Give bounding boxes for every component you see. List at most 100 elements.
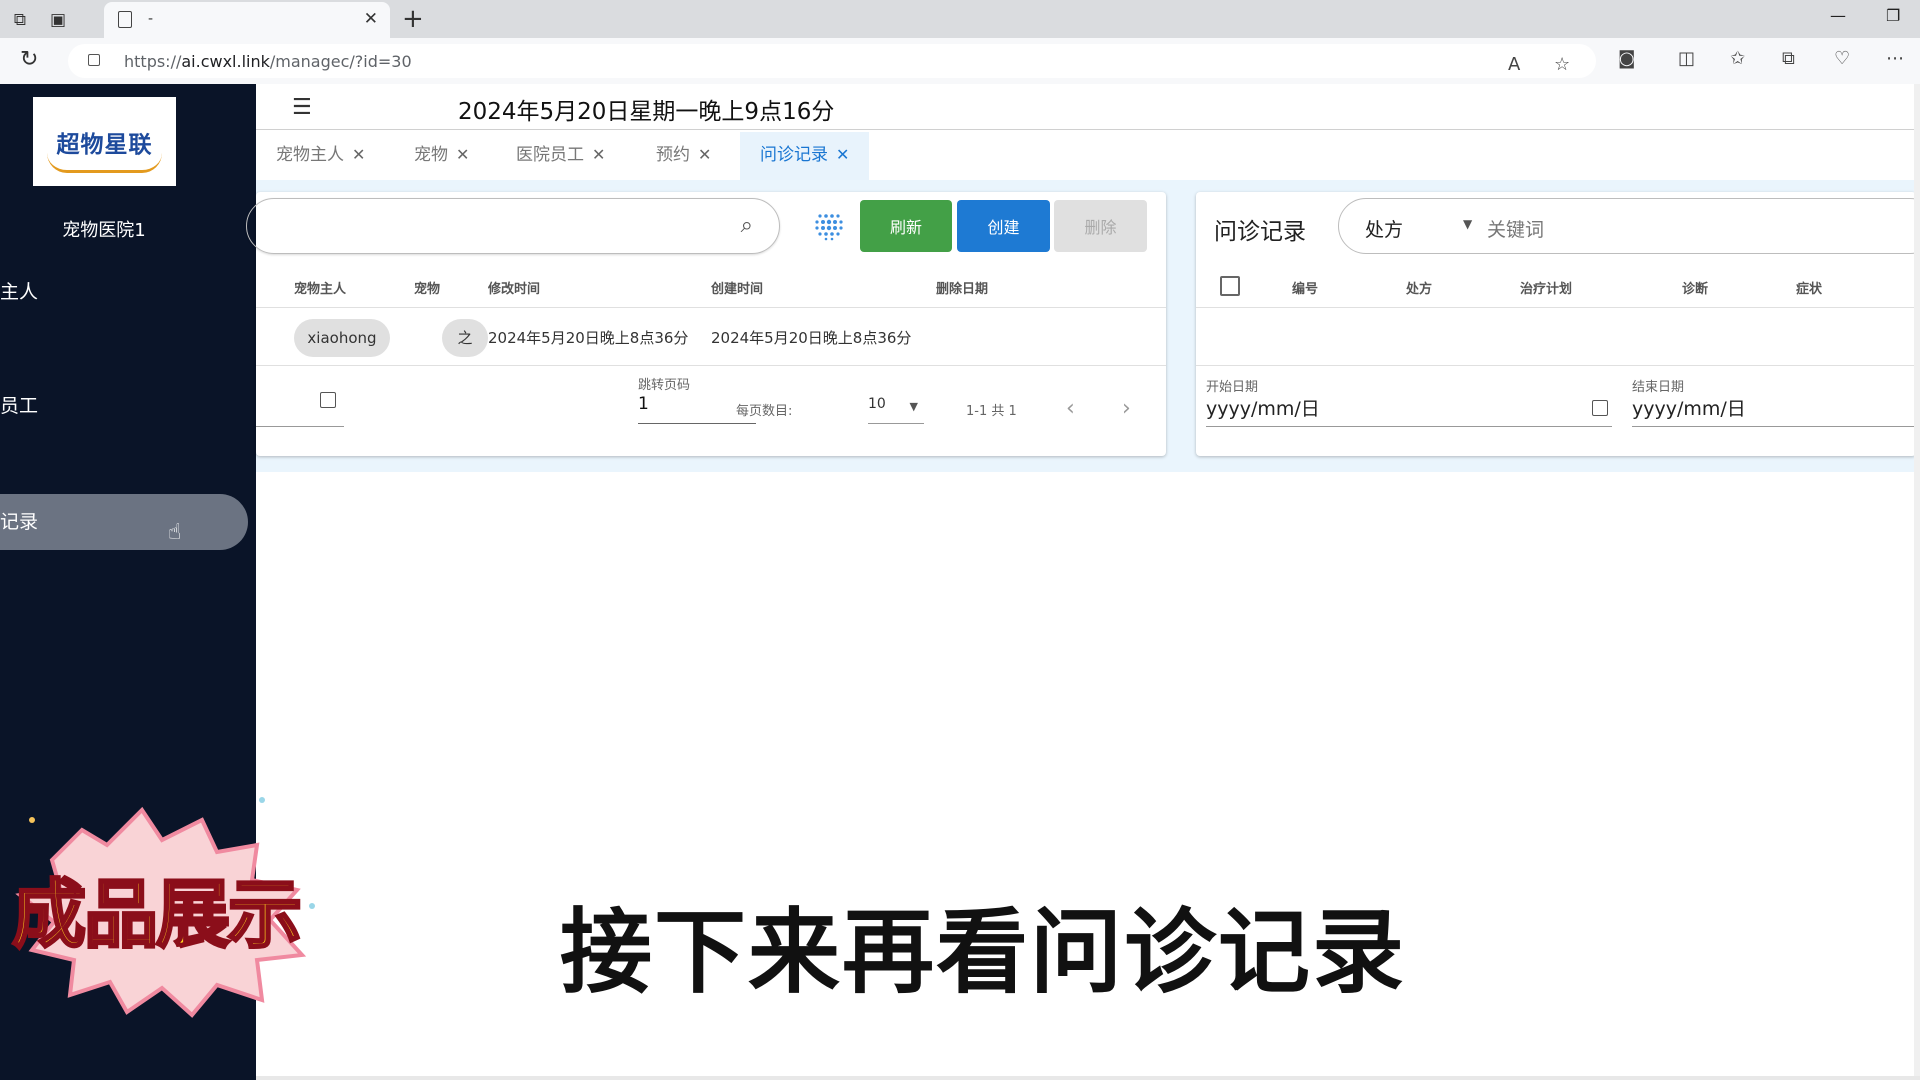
sidebar-item-pet-owners[interactable]: 宠物主人 <box>0 264 248 320</box>
column-header-pet[interactable]: 宠物 <box>414 278 440 297</box>
start-date-underline <box>1206 426 1612 427</box>
field-select[interactable]: 处方 <box>1365 215 1403 242</box>
pet-chip[interactable]: 之 <box>442 319 488 357</box>
tab-pet-owners[interactable]: 宠物主人 ✕ <box>256 132 385 180</box>
refresh-button[interactable]: 刷新 <box>860 200 952 252</box>
more-menu-icon[interactable]: ⋯ <box>1886 48 1904 69</box>
mouse-cursor-icon: ☝ <box>168 520 182 545</box>
created-time: 2024年5月20日晚上8点36分 <box>711 329 912 347</box>
performance-icon[interactable]: ♡ <box>1834 48 1850 69</box>
top-bar: ☰ 2024年5月20日星期一晚上9点16分 <box>256 84 1914 130</box>
close-icon[interactable]: ✕ <box>352 145 365 164</box>
restore-icon[interactable]: ❐ <box>1886 6 1900 25</box>
read-aloud-icon[interactable]: A <box>1508 54 1520 75</box>
tab-label: 宠物主人 <box>276 145 344 165</box>
new-tab-icon[interactable]: + <box>402 4 424 34</box>
sidebar-item-appointments[interactable]: 预约 <box>0 435 248 491</box>
bottom-border <box>256 1076 1920 1080</box>
hospital-name: 宠物医院1 <box>62 220 146 241</box>
collections-icon[interactable]: ⧉ <box>1782 48 1795 69</box>
menu-icon[interactable]: ☰ <box>292 95 312 120</box>
page-range: 1-1 共 1 <box>966 404 1017 419</box>
tab-staff[interactable]: 医院员工 ✕ <box>496 132 625 180</box>
minimize-icon[interactable]: — <box>1830 6 1846 25</box>
table-header: 宠物主人 宠物 修改时间 创建时间 删除日期 <box>256 264 1166 308</box>
end-date-underline <box>1632 426 1920 427</box>
favorites-icon[interactable]: ✩ <box>1730 48 1745 69</box>
tab-actions-icon[interactable]: ▣ <box>46 8 70 32</box>
page-icon <box>118 11 132 28</box>
sidebar-item-label: 医院员工 <box>0 395 39 417</box>
right-edge-border <box>1914 84 1920 1080</box>
chevron-right-icon[interactable]: › <box>1122 396 1131 421</box>
column-header-created[interactable]: 创建时间 <box>711 278 763 297</box>
per-page-label: 每页数目: <box>736 404 793 419</box>
url-text: https://ai.cwxl.link/managec/?id=30 <box>124 52 412 71</box>
calendar-icon[interactable] <box>1592 400 1608 416</box>
column-header-symptoms[interactable]: 症状 <box>1796 278 1822 297</box>
owner-chip[interactable]: xiaohong <box>294 319 390 357</box>
create-button[interactable]: 创建 <box>957 200 1050 252</box>
per-page-select[interactable]: 10 ▼ <box>868 396 924 424</box>
tab-appointments[interactable]: 预约 ✕ <box>636 132 731 180</box>
column-header-deleted[interactable]: 删除日期 <box>936 278 988 297</box>
empty-table-body <box>1196 309 1916 366</box>
sidebar-item-staff[interactable]: 医院员工 <box>0 378 248 434</box>
workspace: ⌕ 刷新 创建 删除 宠物主人 宠物 修改时间 创建时间 删除日期 xiaoho… <box>246 180 1920 472</box>
reload-icon[interactable]: ↻ <box>20 47 38 72</box>
favorite-star-icon[interactable]: ☆ <box>1554 54 1570 75</box>
start-date-label: 开始日期 <box>1206 380 1259 395</box>
workspaces-icon[interactable]: ⧉ <box>8 8 32 32</box>
dots-grid-icon[interactable] <box>812 208 848 244</box>
close-tab-icon[interactable]: ✕ <box>364 9 378 29</box>
browser-tab-title: - <box>148 11 154 27</box>
column-header-id[interactable]: 编号 <box>1292 278 1318 297</box>
badge-text: 成品展示 <box>11 871 304 960</box>
split-screen-icon[interactable]: ◫ <box>1678 48 1695 69</box>
address-bar: ↻ https://ai.cwxl.link/managec/?id=30 A … <box>0 38 1920 84</box>
column-header-treatment-plan[interactable]: 治疗计划 <box>1520 278 1572 297</box>
consultation-panel: 问诊记录 处方 ▼ 关键词 编号 处方 治疗计划 诊断 症状 开始日期 yyyy… <box>1196 192 1920 456</box>
tab-label: 宠物 <box>414 145 448 165</box>
column-header-owner[interactable]: 宠物主人 <box>294 278 346 297</box>
search-input[interactable]: ⌕ <box>246 198 780 254</box>
per-page-value: 10 <box>868 396 886 412</box>
list-panel: ⌕ 刷新 创建 删除 宠物主人 宠物 修改时间 创建时间 删除日期 xiaoho… <box>246 192 1166 456</box>
close-icon[interactable]: ✕ <box>456 145 469 164</box>
column-header-modified[interactable]: 修改时间 <box>488 278 540 297</box>
calendar-icon[interactable] <box>320 392 336 408</box>
logo-swoosh <box>47 153 162 173</box>
table-row[interactable]: xiaohong 之 2024年5月20日晚上8点36分 2024年5月20日晚… <box>256 309 1166 366</box>
tab-pets[interactable]: 宠物 ✕ <box>394 132 489 180</box>
sidebar-item-pets[interactable]: 宠物 <box>0 321 248 377</box>
tab-label: 预约 <box>656 145 690 165</box>
modified-time: 2024年5月20日晚上8点36分 <box>488 329 689 347</box>
filter-bar: 处方 ▼ 关键词 <box>1338 198 1920 254</box>
keyword-input[interactable]: 关键词 <box>1487 215 1544 242</box>
start-date-input[interactable]: yyyy/mm/日 <box>1206 394 1320 421</box>
url-input[interactable]: https://ai.cwxl.link/managec/?id=30 A ☆ <box>68 44 1596 78</box>
sidebar-item-consultations[interactable]: 问诊记录 <box>0 494 248 550</box>
close-icon[interactable]: ✕ <box>592 145 605 164</box>
chevron-down-icon: ▼ <box>909 400 918 413</box>
end-date-input[interactable]: yyyy/mm/日 <box>1632 394 1746 421</box>
tab-label: 医院员工 <box>516 145 584 165</box>
close-icon[interactable]: ✕ <box>836 145 849 164</box>
video-subtitle: 接下来再看问诊记录 <box>558 897 1407 1008</box>
chevron-down-icon[interactable]: ▼ <box>1463 217 1472 231</box>
lock-icon[interactable] <box>88 54 100 66</box>
sidebar-item-label: 问诊记录 <box>0 511 39 533</box>
delete-button[interactable]: 删除 <box>1054 200 1147 252</box>
close-icon[interactable]: ✕ <box>698 145 711 164</box>
search-icon[interactable]: ⌕ <box>741 213 753 238</box>
column-header-prescription[interactable]: 处方 <box>1406 278 1432 297</box>
table-header: 编号 处方 治疗计划 诊断 症状 <box>1196 264 1916 308</box>
extension-icon[interactable]: ◙ <box>1618 48 1635 69</box>
page-tabs: 宠物主人 ✕ 宠物 ✕ 医院员工 ✕ 预约 ✕ 问诊记录 ✕ <box>256 132 1914 180</box>
pagination: 跳转页码 1 每页数目: 10 ▼ 1-1 共 1 ‹ › <box>256 368 1166 448</box>
browser-tab[interactable]: - ✕ <box>104 2 390 38</box>
select-all-checkbox[interactable] <box>1220 276 1240 296</box>
column-header-diagnosis[interactable]: 诊断 <box>1682 278 1708 297</box>
tab-consultations[interactable]: 问诊记录 ✕ <box>740 132 870 180</box>
chevron-left-icon[interactable]: ‹ <box>1066 396 1075 421</box>
